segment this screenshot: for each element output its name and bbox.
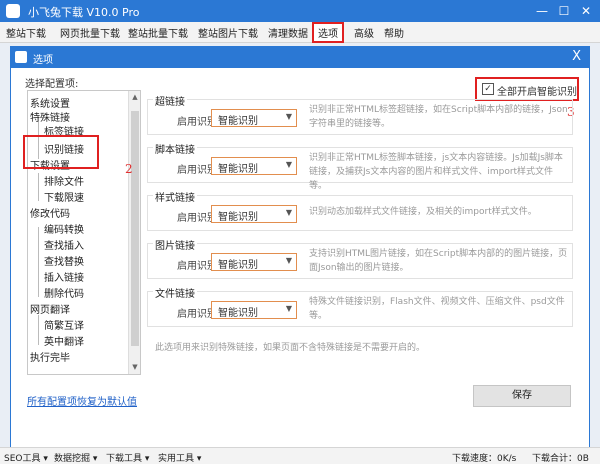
download-speed: 下载速度：0K/s: [452, 454, 517, 464]
group-title: 超链接: [153, 93, 187, 108]
chevron-down-icon: ▼: [285, 160, 292, 169]
menu-clean-data[interactable]: 清理数据: [268, 25, 308, 40]
select-value: 智能识别: [218, 116, 258, 127]
tree-item-speed-limit[interactable]: 下载限速: [44, 189, 84, 204]
seo-tools-menu[interactable]: SEO工具 ▾: [4, 451, 48, 464]
select-value: 智能识别: [218, 260, 258, 271]
tree-item-insert-link[interactable]: 插入链接: [44, 269, 84, 284]
group-title: 脚本链接: [153, 141, 197, 156]
app-titlebar: 小飞兔下载 V10.0 Pro — ☐ ✕: [0, 0, 600, 22]
menu-advanced[interactable]: 高级: [354, 25, 374, 40]
menu-batch-site-download[interactable]: 整站批量下载: [128, 25, 188, 40]
tree-item-en-cn[interactable]: 英中翻译: [44, 333, 84, 348]
group-title: 图片链接: [153, 237, 197, 252]
tree-item-find-insert[interactable]: 查找插入: [44, 237, 84, 252]
select-value: 智能识别: [218, 164, 258, 175]
detect-mode-select[interactable]: 智能识别 ▼: [211, 205, 297, 223]
download-tools-menu[interactable]: 下载工具 ▾: [106, 451, 149, 464]
scroll-up-icon[interactable]: ▲: [131, 93, 139, 101]
dialog-titlebar: 选项 X: [11, 47, 589, 68]
scroll-thumb[interactable]: [131, 111, 139, 346]
select-config-label: 选择配置项:: [25, 79, 79, 90]
group-description: 特殊文件链接识别，Flash文件、视频文件、压缩文件、psd文件等。: [309, 297, 565, 321]
chevron-down-icon: ▼: [285, 208, 292, 217]
dialog-title: 选项: [33, 55, 53, 66]
auto-detect-checkbox[interactable]: ✓ 全部开启智能识别: [475, 77, 579, 101]
detect-mode-select[interactable]: 智能识别 ▼: [211, 253, 297, 271]
minimize-button[interactable]: —: [532, 2, 552, 20]
app-rabbit-icon: [6, 4, 20, 18]
group-title: 文件链接: [153, 285, 197, 300]
chevron-down-icon: ▼: [285, 112, 292, 121]
options-dialog: 选项 X 选择配置项: 系统设置 特殊链接 标签链接 识别链接 下载设置 排除文…: [10, 46, 590, 448]
scroll-down-icon[interactable]: ▼: [131, 363, 139, 371]
save-button[interactable]: 保存: [473, 385, 571, 407]
status-bar: SEO工具 ▾ 数据挖掘 ▾ 下载工具 ▾ 实用工具 ▾ 下载速度：0K/s 下…: [0, 447, 600, 464]
tree-item-modify-code[interactable]: 修改代码: [30, 205, 70, 220]
tree-item-exclude-files[interactable]: 排除文件: [44, 173, 84, 188]
group-description: 识别非正常HTML标签超链接，如在Script脚本内部的链接，Json字符串里的…: [309, 105, 568, 129]
maximize-button[interactable]: ☐: [554, 2, 574, 20]
app-title: 小飞兔下载 V10.0 Pro: [28, 6, 140, 19]
tree-item-finish[interactable]: 执行完毕: [30, 349, 70, 364]
close-window-button[interactable]: ✕: [576, 2, 596, 20]
dialog-close-button[interactable]: X: [572, 49, 581, 64]
group-description: 识别非正常HTML标签脚本链接，js文本内容链接。Js加载Js脚本链接，及捕获J…: [309, 153, 563, 191]
detect-mode-select[interactable]: 智能识别 ▼: [211, 109, 297, 127]
utility-tools-menu[interactable]: 实用工具 ▾: [158, 451, 201, 464]
select-value: 智能识别: [218, 212, 258, 223]
selected-item-highlight: [23, 135, 99, 169]
menu-site-download[interactable]: 整站下载: [6, 25, 46, 40]
tree-line: [38, 315, 39, 345]
special-link-note: 此选项用来识别特殊链接，如果页面不含特殊链接是不需要开启的。: [155, 343, 426, 353]
tree-line: [38, 173, 39, 201]
download-total: 下载合计：0B: [532, 454, 589, 464]
menu-bar: 整站下载 网页批量下载 整站批量下载 整站图片下载 清理数据 选项 高级 帮助: [0, 22, 600, 43]
menu-batch-page-download[interactable]: 网页批量下载: [60, 25, 120, 40]
tree-item-special-links[interactable]: 特殊链接: [30, 109, 70, 124]
tree-item-system-settings[interactable]: 系统设置: [30, 95, 70, 110]
tree-item-encoding[interactable]: 编码转换: [44, 221, 84, 236]
tree-item-delete-code[interactable]: 删除代码: [44, 285, 84, 300]
annotation-2: 2: [125, 162, 133, 176]
checkbox-check-icon[interactable]: ✓: [482, 83, 494, 95]
tree-item-web-translate[interactable]: 网页翻译: [30, 301, 70, 316]
chevron-down-icon: ▼: [285, 256, 292, 265]
dialog-icon: [15, 51, 27, 63]
chevron-down-icon: ▼: [285, 304, 292, 313]
group-title: 样式链接: [153, 189, 197, 204]
group-description: 识别动态加载样式文件链接，及相关的import样式文件。: [309, 207, 537, 217]
detect-mode-select[interactable]: 智能识别 ▼: [211, 157, 297, 175]
select-value: 智能识别: [218, 308, 258, 319]
tree-item-simp-trad[interactable]: 简繁互译: [44, 317, 84, 332]
reset-defaults-link[interactable]: 所有配置项恢复为默认值: [27, 393, 137, 408]
detect-mode-select[interactable]: 智能识别 ▼: [211, 301, 297, 319]
menu-site-image-download[interactable]: 整站图片下载: [198, 25, 258, 40]
auto-detect-label: 全部开启智能识别: [497, 87, 577, 98]
menu-help[interactable]: 帮助: [384, 25, 404, 40]
tree-scrollbar[interactable]: ▲ ▼: [128, 91, 140, 374]
data-mining-menu[interactable]: 数据挖掘 ▾: [54, 451, 97, 464]
tree-line: [38, 227, 39, 297]
tree-item-find-replace[interactable]: 查找替换: [44, 253, 84, 268]
menu-options[interactable]: 选项: [312, 22, 344, 43]
group-description: 支持识别HTML图片链接，如在Script脚本内部的的图片链接，页面Json输出…: [309, 249, 568, 273]
config-tree: 系统设置 特殊链接 标签链接 识别链接 下载设置 排除文件 下载限速 修改代码 …: [27, 90, 141, 375]
